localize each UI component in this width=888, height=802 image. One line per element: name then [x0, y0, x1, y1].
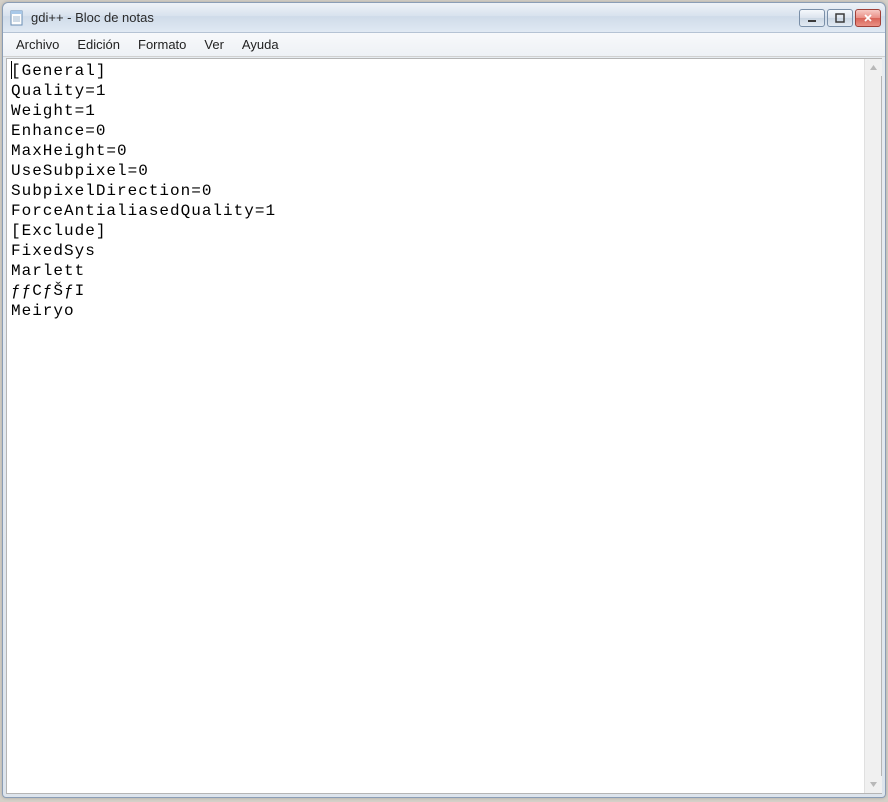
window-controls — [799, 9, 881, 27]
vertical-scrollbar[interactable] — [864, 59, 881, 793]
window-title: gdi++ - Bloc de notas — [31, 10, 799, 25]
menu-ayuda[interactable]: Ayuda — [233, 34, 288, 55]
close-button[interactable] — [855, 9, 881, 27]
scroll-down-arrow-icon[interactable] — [865, 776, 882, 793]
minimize-button[interactable] — [799, 9, 825, 27]
menu-ver[interactable]: Ver — [195, 34, 233, 55]
scroll-track[interactable] — [865, 76, 881, 776]
menubar: Archivo Edición Formato Ver Ayuda — [3, 33, 885, 57]
app-window: gdi++ - Bloc de notas Archivo Edición Fo… — [2, 2, 886, 798]
editor-container: [General] Quality=1 Weight=1 Enhance=0 M… — [6, 58, 882, 794]
menu-archivo[interactable]: Archivo — [7, 34, 68, 55]
titlebar[interactable]: gdi++ - Bloc de notas — [3, 3, 885, 33]
notepad-icon — [9, 10, 25, 26]
menu-formato[interactable]: Formato — [129, 34, 195, 55]
text-cursor — [11, 61, 12, 79]
maximize-button[interactable] — [827, 9, 853, 27]
text-editor[interactable]: [General] Quality=1 Weight=1 Enhance=0 M… — [7, 59, 864, 793]
menu-edicion[interactable]: Edición — [68, 34, 129, 55]
scroll-up-arrow-icon[interactable] — [865, 59, 882, 76]
